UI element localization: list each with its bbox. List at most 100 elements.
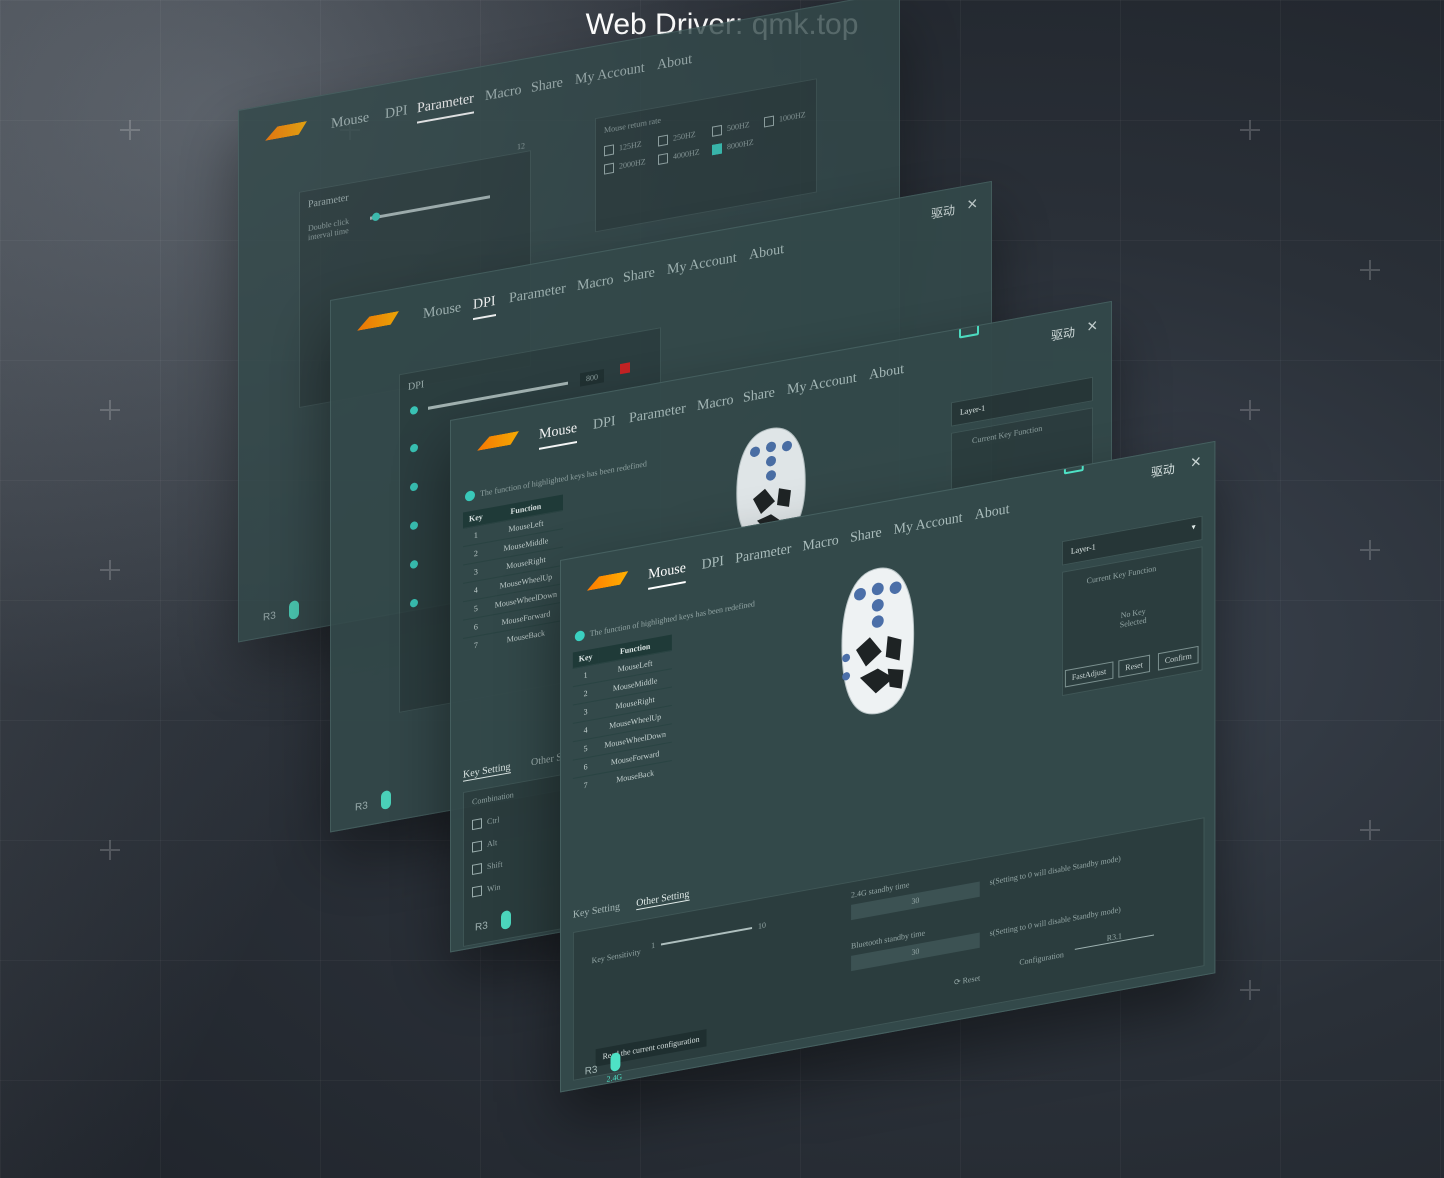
nav-my-account[interactable]: My Account xyxy=(894,510,963,539)
modifier-option[interactable]: Alt xyxy=(472,838,497,853)
brand-logo-icon xyxy=(357,311,399,331)
double-click-label: Double click interval time xyxy=(308,216,350,243)
brand-logo-icon xyxy=(265,121,307,141)
nav-share[interactable]: Share xyxy=(531,75,563,97)
nav-about[interactable]: About xyxy=(657,52,692,75)
rate-option[interactable]: 2000HZ xyxy=(604,157,646,175)
configuration-select[interactable]: R3.1 xyxy=(1074,925,1154,950)
slider-knob[interactable] xyxy=(372,211,380,222)
fast-adjust-button[interactable]: FastAdjust xyxy=(1064,661,1114,688)
brand-cn-label: 驱动 xyxy=(1151,461,1175,481)
no-key-label: No Key Selected xyxy=(1119,606,1147,630)
rate-option[interactable]: 4000HZ xyxy=(658,147,700,166)
rate-label: 1000HZ xyxy=(779,109,806,124)
rate-option[interactable]: 500HZ xyxy=(712,119,750,138)
current-key-label: Current Key Function xyxy=(1086,563,1157,586)
nav-share[interactable]: Share xyxy=(623,265,655,287)
nav-about[interactable]: About xyxy=(869,362,904,385)
hint-dot-icon xyxy=(465,490,475,503)
device-icon xyxy=(289,599,299,620)
modifier-option[interactable]: Shift xyxy=(472,859,503,876)
dpi-stage-icon[interactable] xyxy=(410,443,418,453)
rate-option[interactable]: 8000HZ xyxy=(712,138,754,156)
nav-my-account[interactable]: My Account xyxy=(787,370,857,399)
other-setting-box: Key Sensitivity 1 10 2.4G standby time 3… xyxy=(572,817,1205,1081)
reset-key-button[interactable]: Reset xyxy=(1118,654,1150,678)
dpi-value[interactable]: 800 xyxy=(580,369,604,387)
dpi-stage-icon[interactable] xyxy=(410,559,418,570)
dpi-stage-icon[interactable] xyxy=(410,598,418,608)
nav-dpi[interactable]: DPI xyxy=(385,103,408,123)
layer-value: Layer-1 xyxy=(1070,542,1096,556)
nav-parameter[interactable]: Parameter xyxy=(629,401,686,428)
rate-label: 250HZ xyxy=(673,129,696,143)
nav-about[interactable]: About xyxy=(975,502,1010,525)
modifier-option[interactable]: Win xyxy=(472,882,500,898)
nav-macro[interactable]: Macro xyxy=(485,82,522,105)
nav-macro[interactable]: Macro xyxy=(803,533,839,556)
close-icon[interactable]: × xyxy=(1087,315,1098,338)
nav-mouse[interactable]: Mouse xyxy=(648,560,686,590)
rate-option[interactable]: 1000HZ xyxy=(764,110,806,128)
nav-macro[interactable]: Macro xyxy=(697,392,734,415)
sensitivity-slider[interactable] xyxy=(660,926,753,946)
checkbox-icon xyxy=(604,162,614,175)
modifier-option[interactable]: Ctrl xyxy=(472,815,500,831)
checkbox-icon xyxy=(472,863,482,876)
nav-my-account[interactable]: My Account xyxy=(667,250,737,279)
dpi-stage-icon[interactable] xyxy=(410,520,418,531)
tab-key-setting[interactable]: Key Setting xyxy=(573,901,620,921)
rate-label: 500HZ xyxy=(727,119,750,134)
nav-share[interactable]: Share xyxy=(743,385,775,407)
nav-dpi[interactable]: DPI xyxy=(702,554,724,574)
device-icon xyxy=(610,1051,621,1073)
standby-24g-note: s(Setting to 0 will disable Standby mode… xyxy=(989,853,1121,887)
checkbox-icon xyxy=(658,153,668,166)
nav-parameter[interactable]: Parameter xyxy=(509,281,566,308)
brand-logo-icon xyxy=(587,571,629,591)
nav-dpi[interactable]: DPI xyxy=(593,414,616,434)
rate-option[interactable]: 250HZ xyxy=(658,130,696,147)
tab-other-setting[interactable]: Other Setting xyxy=(636,888,690,911)
dpi-stage-icon[interactable] xyxy=(410,405,418,416)
current-key-label: Current Key Function xyxy=(972,423,1043,446)
rate-label: 125HZ xyxy=(619,139,642,153)
rate-label: 4000HZ xyxy=(673,147,700,162)
key-cell: 7 xyxy=(463,633,489,657)
nav-my-account[interactable]: My Account xyxy=(575,60,645,89)
nav-about[interactable]: About xyxy=(749,242,784,265)
sensitivity-max: 10 xyxy=(758,920,766,931)
layer-value: Layer-1 xyxy=(960,403,986,417)
key-cell: 7 xyxy=(572,773,599,797)
dpi-label: DPI xyxy=(408,378,425,394)
device-icon xyxy=(381,789,391,810)
nav-parameter[interactable]: Parameter xyxy=(735,541,791,568)
battery-icon xyxy=(747,0,767,9)
footer-mode: 2.4G xyxy=(606,1071,623,1084)
nav-share[interactable]: Share xyxy=(850,525,882,547)
sensitivity-min: 1 xyxy=(651,940,656,951)
key-table: Key Function 1 MouseLeft 2 MouseMiddle 3 Mou… xyxy=(463,494,563,657)
footer-model: R3 xyxy=(475,920,488,934)
footer-model: R3 xyxy=(263,610,276,624)
checkbox-icon xyxy=(472,885,482,898)
nav-mouse[interactable]: Mouse xyxy=(539,420,578,450)
tab-key-setting[interactable]: Key Setting xyxy=(463,761,511,782)
close-icon[interactable]: × xyxy=(967,193,978,216)
confirm-button[interactable]: Confirm xyxy=(1157,645,1199,671)
nav-macro[interactable]: Macro xyxy=(577,272,614,295)
double-click-slider[interactable] xyxy=(370,195,490,220)
rate-option[interactable]: 125HZ xyxy=(604,139,642,157)
checkbox-icon xyxy=(604,144,614,157)
dpi-stage-icon[interactable] xyxy=(410,482,418,492)
nav-mouse[interactable]: Mouse xyxy=(331,110,369,133)
nav-mouse[interactable]: Mouse xyxy=(423,300,461,323)
nav-dpi[interactable]: DPI xyxy=(473,293,496,321)
modifier-label: Ctrl xyxy=(487,815,500,827)
nav-parameter[interactable]: Parameter xyxy=(417,91,474,124)
reset-button[interactable]: ⟳ Reset xyxy=(954,973,980,987)
parameter-heading: Parameter xyxy=(308,192,349,211)
dpi-color-swatch[interactable] xyxy=(620,362,630,375)
brand-cn-label: 驱动 xyxy=(931,202,956,222)
close-icon[interactable]: × xyxy=(1191,451,1201,474)
